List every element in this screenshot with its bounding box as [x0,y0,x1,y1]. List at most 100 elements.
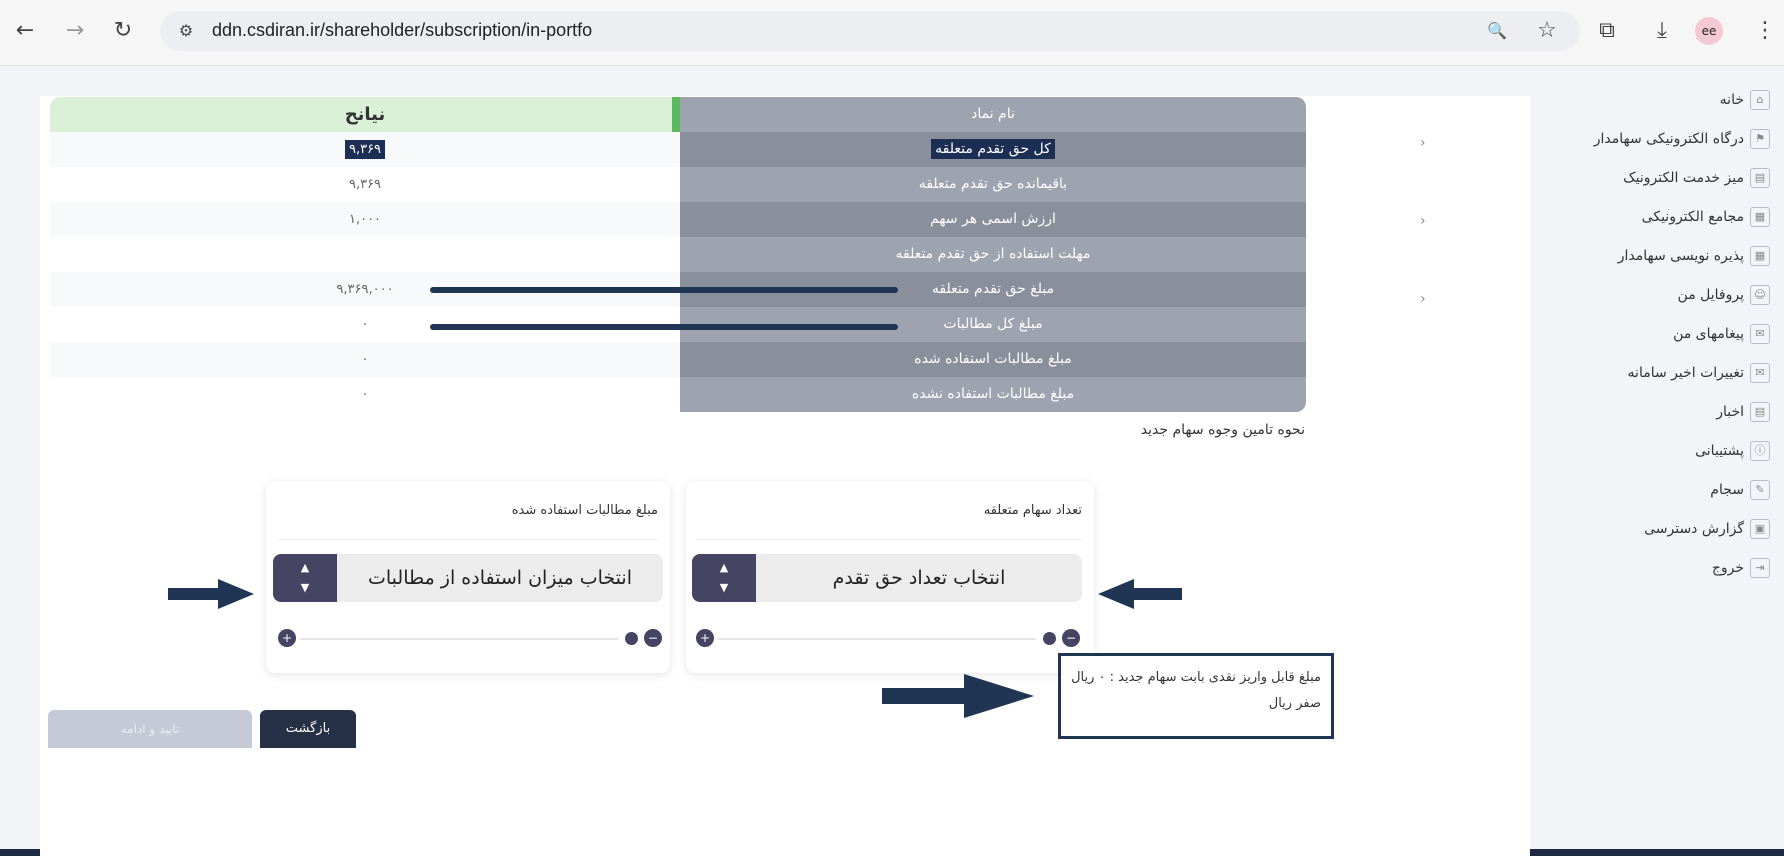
site-info-icon[interactable]: ⚙ [174,19,198,43]
sidebar-item-label: پیغامهای من [1673,326,1744,342]
desk-icon: ▤ [1750,168,1770,188]
mail-icon: ✉ [1750,324,1770,344]
slider-handle[interactable] [625,632,638,645]
card-divider [278,539,658,540]
changes-icon: ✉ [1750,363,1770,383]
sidebar-item-label: اخبار [1716,404,1744,420]
sidebar-item[interactable]: ▦ پذیره نویسی سهامدار [1540,246,1770,285]
table-cell-label: مهلت استفاده از حق تقدم متعلقه [680,237,1306,272]
bookmark-star-icon[interactable]: ☆ [1530,14,1564,48]
shares-select[interactable]: ▲ ▼ انتخاب تعداد حق تقدم [692,554,1082,602]
sidebar-item[interactable]: ⚑ درگاه الکترونیکی سهامدار ‹ [1420,129,1770,168]
shares-slider[interactable]: + − [696,629,1080,649]
arrow-right-icon [168,579,258,609]
profile-icon: ☺ [1750,285,1770,305]
back-arrow-icon[interactable]: ← [8,14,42,48]
sidebar-item-label: سجام [1710,482,1744,498]
forward-arrow-icon[interactable]: → [58,14,92,48]
sidebar-item[interactable]: ✉ تغییرات اخیر سامانه [1540,363,1770,402]
chevron-left-icon[interactable]: ‹ [1420,291,1426,307]
shares-select-text[interactable]: انتخاب تعداد حق تقدم [756,554,1082,602]
address-bar[interactable]: ⚙ ddn.csdiran.ir/shareholder/subscriptio… [160,11,1580,51]
plus-icon[interactable]: + [278,629,296,647]
sejam-icon: ✎ [1750,480,1770,500]
claims-card: مبلغ مطالبات استفاده شده ▲ ▼ انتخاب میزا… [266,481,670,673]
sidebar-item-label: پروفایل من [1677,287,1744,303]
support-icon: ⓘ [1750,441,1770,461]
sidebar-item[interactable]: ✉ پیغامهای من [1540,324,1770,363]
sidebar-item[interactable]: ⌂ خانه [1540,90,1770,129]
arrow-right-icon [882,674,1034,718]
table-cell-value: ۱,۰۰۰ [50,202,680,237]
slider-track[interactable] [300,638,618,640]
claims-select-text[interactable]: انتخاب میزان استفاده از مطالبات [337,554,663,602]
subscription-icon: ▦ [1750,246,1770,266]
table-row: ۰ مبلغ مطالبات استفاده نشده [50,377,1306,412]
sidebar-item-label: مجامع الکترونیکی [1641,209,1744,225]
sidebar: ⌂ خانه ⚑ درگاه الکترونیکی سهامدار ‹ ▤ میز خدمت… [1420,90,1770,597]
table-cell-value: ۹,۳۶۹ [50,132,680,167]
chevron-left-icon[interactable]: ‹ [1420,213,1426,229]
slider-handle[interactable] [1043,632,1056,645]
sidebar-item[interactable]: ⇥ خروج [1540,558,1770,597]
annotation-line [430,287,898,293]
back-button[interactable]: بازگشت [260,710,356,748]
claims-stepper[interactable]: ▲ ▼ [273,554,337,602]
claims-select[interactable]: ▲ ▼ انتخاب میزان استفاده از مطالبات [273,554,663,602]
download-icon[interactable]: ⤓ [1645,14,1679,48]
card-divider [698,539,1082,540]
table-cell-label: باقیمانده حق تقدم متعلقه [680,167,1306,202]
selected-value: ۹,۳۶۹ [344,140,386,159]
payment-summary: مبلغ قابل واریز نقدی بابت سهام جدید : ۰ … [1058,653,1334,739]
table-row: ۹,۳۶۹ کل حق تقدم متعلقه [50,132,1306,167]
url-text[interactable]: ddn.csdiran.ir/shareholder/subscription/… [212,20,592,41]
sidebar-item[interactable]: ▦ مجامع الکترونیکی ‹ [1420,207,1770,246]
sidebar-item[interactable]: ▤ میز خدمت الکترونیک [1540,168,1770,207]
browser-toolbar: ← → ↻ ⚙ ddn.csdiran.ir/shareholder/subsc… [0,0,1784,66]
info-table: نیانح نام نماد ۹,۳۶۹ کل حق تقدم متعلقه ۹,۳… [50,97,1306,412]
sidebar-item[interactable]: ▤ اخبار [1540,402,1770,441]
profile-avatar[interactable]: ee [1695,17,1723,45]
sidebar-item[interactable]: ⓘ پشتیبانی [1540,441,1770,480]
chevron-left-icon[interactable]: ‹ [1420,135,1426,151]
assembly-icon: ▦ [1750,207,1770,227]
table-cell-value: ۰ [361,387,369,402]
shares-stepper[interactable]: ▲ ▼ [692,554,756,602]
symbol-header: نام نماد [680,97,1306,132]
confirm-continue-button[interactable]: تایید و ادامه [48,710,252,748]
table-row: ۱,۰۰۰ ارزش اسمی هر سهم [50,202,1306,237]
table-cell-label: مبلغ مطالبات استفاده شده [680,342,1306,377]
table-cell-label: مبلغ مطالبات استفاده نشده [680,377,1306,412]
sidebar-item-label: پذیره نویسی سهامدار [1617,248,1744,264]
claims-slider[interactable]: + − [278,629,662,649]
sidebar-item-label: درگاه الکترونیکی سهامدار [1593,131,1744,147]
minus-icon[interactable]: − [1062,629,1080,647]
extensions-icon[interactable]: ⧉ [1590,14,1624,48]
sidebar-item[interactable]: ▣ گزارش دسترسی [1540,519,1770,558]
table-cell-value [50,237,680,272]
zoom-icon[interactable]: 🔍 [1480,14,1514,48]
sidebar-item-label: میز خدمت الکترونیک [1623,170,1744,186]
table-header-row: نیانح نام نماد [50,97,1306,132]
sidebar-item-label: پشتیبانی [1695,443,1744,459]
sidebar-item[interactable]: ☺ پروفایل من ‹ [1420,285,1770,324]
sidebar-item-label: تغییرات اخیر سامانه [1627,365,1744,381]
chevron-down-icon[interactable]: ▼ [273,578,337,598]
funding-title: نحوه تامین وجوه سهام جدید [1140,422,1305,438]
menu-icon[interactable]: ⋮ [1748,14,1782,48]
minus-icon[interactable]: − [644,629,662,647]
table-cell-value: ۰ [50,342,680,377]
payment-amount-text: مبلغ قابل واریز نقدی بابت سهام جدید : ۰ … [1071,670,1321,685]
chevron-up-icon[interactable]: ▲ [273,558,337,578]
reload-icon[interactable]: ↻ [106,14,140,48]
sidebar-item-label: خانه [1719,92,1744,108]
chevron-down-icon[interactable]: ▼ [692,578,756,598]
plus-icon[interactable]: + [696,629,714,647]
symbol-value: نیانح [50,97,680,132]
sidebar-item[interactable]: ✎ سجام [1540,480,1770,519]
table-row: ۰ مبلغ مطالبات استفاده شده [50,342,1306,377]
chevron-up-icon[interactable]: ▲ [692,558,756,578]
shares-card-title: تعداد سهام متعلقه [983,503,1082,518]
slider-track[interactable] [718,638,1036,640]
portal-icon: ⚑ [1750,129,1770,149]
